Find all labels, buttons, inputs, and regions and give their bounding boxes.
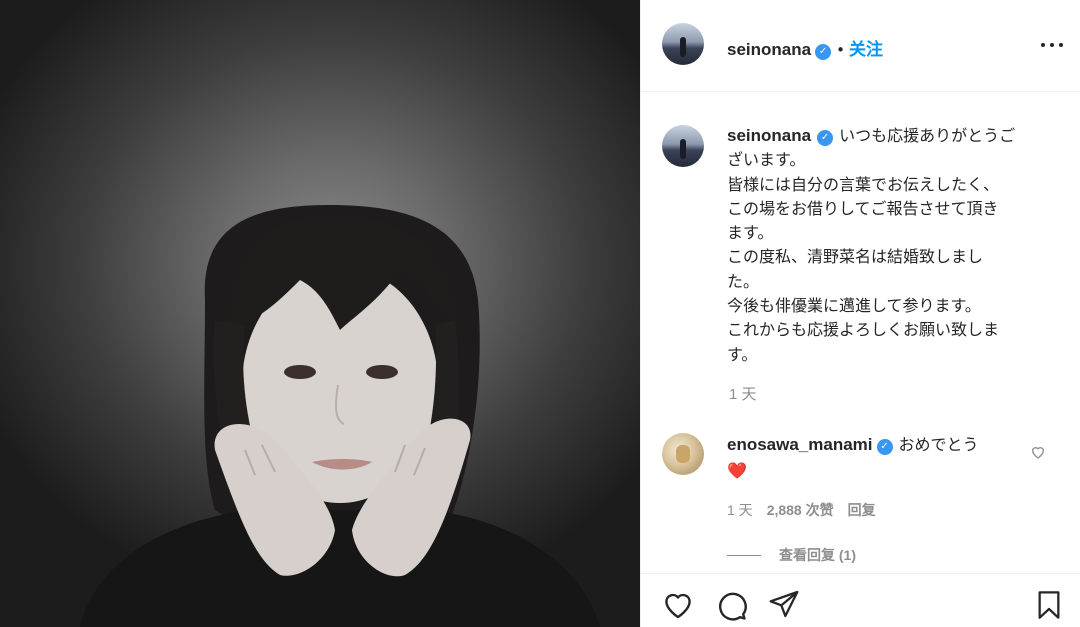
caption-text-line: この場をお借りしてご報告させて頂き [727, 198, 999, 218]
share-icon[interactable] [768, 588, 800, 624]
commenter-username[interactable]: enosawa_manami [727, 435, 873, 454]
red-heart-emoji: ❤️ [727, 461, 747, 480]
post-header: seinonana ✓ • 关注 [641, 0, 1080, 92]
separator-dot: • [836, 41, 845, 59]
comment-meta: 1 天 2,888 次赞 回复 [727, 500, 890, 520]
view-replies-label: 查看回复 (1) [779, 547, 856, 563]
replies-divider-line [727, 555, 761, 556]
follow-button[interactable]: 关注 [849, 40, 883, 59]
comment: enosawa_manami ✓ おめでとう ❤️ [727, 433, 1027, 483]
caption-timestamp[interactable]: 1 天 [729, 383, 757, 404]
comment-icon[interactable] [714, 588, 748, 626]
portrait-illustration [80, 205, 600, 627]
caption-text-line: ます。 [727, 223, 774, 243]
caption-text-line: た。 [727, 271, 760, 291]
more-options-icon[interactable] [1039, 33, 1067, 57]
post-image[interactable] [0, 0, 640, 627]
caption-text-line: いつも応援ありがとうご [839, 126, 1016, 145]
comment-like-heart-icon[interactable] [1030, 444, 1046, 464]
caption-text-line: これからも応援よろしくお願い致しま [727, 320, 1000, 340]
comment-likes-count[interactable]: 2,888 次赞 [767, 502, 834, 518]
comment-timestamp[interactable]: 1 天 [727, 502, 753, 518]
author-row: seinonana ✓ • 关注 [727, 35, 883, 60]
bookmark-icon[interactable] [1033, 588, 1065, 626]
post-caption: seinonana ✓ いつも応援ありがとうご ざいます。 皆様には自分の言葉でお伝… [727, 124, 1037, 367]
verified-badge-icon: ✓ [817, 130, 834, 146]
caption-text-line: 皆様には自分の言葉でお伝えしたく、 [727, 174, 1000, 194]
author-username[interactable]: seinonana [727, 40, 811, 59]
caption-author-username[interactable]: seinonana [727, 126, 811, 145]
comment-text: おめでとう [898, 435, 979, 454]
heart-icon[interactable] [661, 588, 695, 626]
post-detail-panel: seinonana ✓ • 关注 seinonana ✓ いつも応援ありがとうご ざいます… [640, 0, 1080, 627]
verified-badge-icon: ✓ [815, 44, 832, 60]
caption-text-line: 今後も俳優業に邁進して参ります。 [727, 296, 981, 316]
caption-text-line: ざいます。 [727, 150, 806, 170]
author-avatar[interactable] [662, 23, 704, 65]
verified-badge-icon: ✓ [876, 439, 893, 455]
caption-text-line: この度私、清野菜名は結婚致しまし [727, 247, 984, 267]
caption-first-line: seinonana ✓ いつも応援ありがとうご [727, 124, 1037, 148]
reply-button[interactable]: 回复 [848, 502, 876, 518]
caption-text-line: す。 [727, 344, 758, 364]
caption-author-avatar[interactable] [662, 125, 704, 167]
post-actions-bar [641, 573, 1080, 627]
view-replies-button[interactable]: 查看回复 (1) [727, 545, 856, 565]
commenter-avatar[interactable] [662, 433, 704, 475]
